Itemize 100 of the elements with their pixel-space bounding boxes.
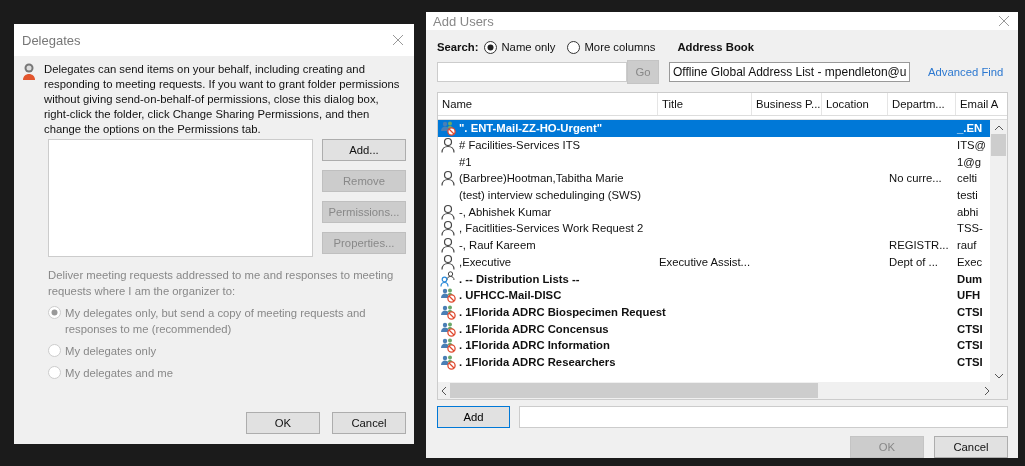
delegates-list[interactable] [48,139,313,257]
group-icon [440,353,456,370]
address-row[interactable]: . 1Florida ADRC Biospecimen Request CTSI [438,303,990,321]
email-text: CTSI [957,305,983,318]
address-row[interactable]: . 1Florida ADRC Concensus CTSI [438,320,990,337]
contact-name: (Barbree)Hootman,Tabitha Marie [459,172,624,185]
column-header[interactable]: Business P... [752,93,822,115]
chevron-right-icon[interactable] [985,386,989,395]
horizontal-scrollbar[interactable] [438,382,1007,399]
contact-name: -, Rauf Kareem [459,239,536,252]
email-text: rauf [957,239,977,252]
contact-name: . -- Distribution Lists -- [459,272,580,285]
person-icon [440,220,456,237]
option-label: My delegates only, but send a copy of meeting requests and responses to me (recommended) [65,306,367,337]
group-icon [440,287,456,304]
add-button[interactable]: Add... [322,139,406,161]
contacts-icon [440,270,456,287]
scroll-thumb[interactable] [991,134,1006,156]
contact-name: ,Executive [459,255,512,268]
cancel-button[interactable]: Cancel [934,436,1008,458]
title-text: Executive Assist... [659,255,751,268]
group-icon [440,303,456,320]
email-text: CTSI [957,339,983,352]
address-row[interactable]: . UFHCC-Mail-DISC UFH [438,286,990,304]
cancel-button[interactable]: Cancel [332,412,406,434]
close-icon[interactable] [998,15,1010,27]
email-text: testi [957,189,978,202]
contact-name: , Facitlities-Services Work Request 2 [459,222,644,235]
address-row[interactable]: -, Abhishek Kumar abhi [438,203,990,221]
group-icon [440,320,456,337]
email-text: Dum [957,272,983,285]
contact-name: . 1Florida ADRC Researchers [459,355,616,368]
person-icon [440,170,456,187]
address-row[interactable]: . 1Florida ADRC Information CTSI [438,336,990,354]
email-text: TSS- [957,222,983,235]
contact-name: . 1Florida ADRC Information [459,339,610,352]
add-button[interactable]: Add [437,406,510,428]
address-row[interactable]: , Facitlities-Services Work Request 2 TSS- [438,220,990,237]
vertical-scrollbar[interactable] [990,120,1007,382]
person-icon [440,137,456,154]
option-label: My delegates and me [65,366,173,381]
address-row[interactable]: . 1Florida ADRC Researchers CTSI [438,353,990,371]
column-header[interactable]: Name [438,93,658,115]
contact-name: . 1Florida ADRC Biospecimen Request [459,305,666,318]
email-text: _.EN [957,122,983,135]
contact-name: #1 [459,155,472,168]
contact-name: . 1Florida ADRC Concensus [459,322,609,335]
address-row[interactable]: -, Rauf Kareem REGISTR... rauf [438,236,990,254]
radio-button[interactable] [484,40,498,54]
person-icon [440,203,456,220]
department-text: Dept of ... [889,255,938,268]
close-icon[interactable] [392,34,404,46]
email-text: abhi [957,205,979,218]
email-text: celti [957,172,978,185]
department-text: REGISTR... [889,239,949,252]
radio-button[interactable] [567,40,581,54]
radio-label: More columns [584,41,656,53]
scroll-thumb[interactable] [450,383,818,398]
address-book-dropdown[interactable]: Offline Global Address List - mpendleton@u [669,62,910,82]
chevron-down-icon[interactable] [994,374,1003,378]
address-row[interactable]: (Barbree)Hootman,Tabitha Marie No curre... celti [438,170,990,187]
contact-name: (test) interview schedulinging (SWS) [459,189,642,202]
contact-name: . UFHCC-Mail-DISC [459,289,562,302]
recipient-field[interactable] [519,406,1008,428]
advanced-find-link[interactable]: Advanced Find [928,66,1004,78]
address-row[interactable]: ". ENT-Mail-ZZ-HO-Urgent" _.EN [438,120,990,137]
person-icon [440,253,456,270]
column-header[interactable]: Email A [956,93,1007,115]
chevron-up-icon[interactable] [994,126,1003,130]
address-row[interactable]: ,Executive Executive Assist... Dept of ... Exec [438,253,990,271]
email-text: CTSI [957,322,983,335]
address-row[interactable]: # Facilities-Services ITS ITS@ [438,136,990,154]
delivery-label: Deliver meeting requests addressed to me and responses to meeting requests where I am the organizer to: [48,268,395,299]
email-text: 1@g [957,155,982,168]
group-icon [440,337,456,354]
search-label: Search: [437,41,479,53]
window-title: Delegates [22,32,81,48]
address-row[interactable]: #1 1@g [438,153,990,171]
email-text: CTSI [957,355,983,368]
department-text: No curre... [889,172,942,185]
column-header[interactable]: Title [658,93,752,115]
option-label: My delegates only [65,344,157,359]
contact-name: ". ENT-Mail-ZZ-HO-Urgent" [459,122,603,135]
address-book-label: Address Book [677,41,754,53]
person-icon [440,237,456,254]
description-text: Delegates can send items on your behalf, including creating and responding to meeting requests. If you want to grant folder permissions without giving send-on-behalf-of permissions, close this dialog box, right-click the folder, click Change Sharing Permissions, and then change the options on the Permissions tab. [44,62,401,137]
person-icon [22,63,36,81]
column-header[interactable]: Location [822,93,888,115]
radio-label: Name only [501,41,556,53]
column-header[interactable]: Departm... [888,93,956,115]
chevron-left-icon[interactable] [442,386,446,395]
email-text: UFH [957,289,981,302]
window-title: Add Users [433,13,494,29]
search-field[interactable] [437,62,627,82]
address-row[interactable]: . -- Distribution Lists -- Dum [438,270,990,287]
email-text: ITS@ [957,139,987,152]
address-row[interactable]: (test) interview schedulinging (SWS) testi [438,186,990,204]
email-text: Exec [957,255,983,268]
ok-button[interactable]: OK [246,412,320,434]
group-icon [440,120,456,137]
